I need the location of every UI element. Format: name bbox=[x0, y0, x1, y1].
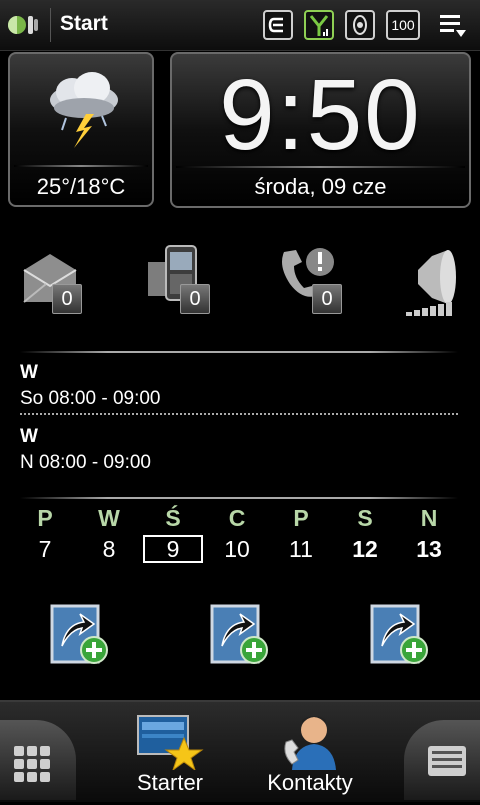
data-connection-icon[interactable] bbox=[263, 10, 293, 40]
contacts-tab-icon[interactable] bbox=[282, 712, 338, 775]
settings-button[interactable] bbox=[404, 720, 480, 800]
add-shortcut-button[interactable] bbox=[50, 600, 110, 666]
email-notification[interactable]: 0 bbox=[20, 244, 100, 324]
day-number-thu[interactable]: 10 bbox=[207, 536, 267, 563]
day-name-sat: S bbox=[357, 505, 373, 531]
day-name-mon: P bbox=[37, 505, 53, 531]
menu-icon[interactable] bbox=[438, 12, 468, 40]
thunderstorm-cloud-icon bbox=[46, 64, 122, 154]
appointment-title[interactable]: W bbox=[20, 362, 38, 384]
clock-time: 9:50 bbox=[219, 59, 422, 171]
add-shortcut-button[interactable] bbox=[370, 600, 430, 666]
clock-tile[interactable]: 9:50 środa, 09 cze bbox=[170, 52, 471, 208]
volume-speaker-icon[interactable] bbox=[404, 244, 480, 324]
day-name-wed: Ś bbox=[165, 505, 181, 531]
day-number-tue[interactable]: 8 bbox=[79, 536, 139, 563]
missed-call-notification[interactable]: 0 bbox=[276, 244, 356, 324]
page-title: Start bbox=[60, 12, 108, 35]
clock-date: środa, 09 cze bbox=[254, 174, 387, 199]
day-number-sun[interactable]: 13 bbox=[399, 536, 459, 563]
day-name-fri: P bbox=[293, 505, 309, 531]
appointment-divider bbox=[20, 413, 458, 415]
clock-divider bbox=[176, 166, 465, 168]
starter-tab-icon[interactable] bbox=[136, 712, 208, 775]
appointments-top-divider bbox=[20, 351, 458, 353]
day-name-tue: W bbox=[98, 505, 120, 531]
volume-status-icon[interactable] bbox=[345, 10, 375, 40]
day-number-sat[interactable]: 12 bbox=[335, 536, 395, 563]
day-name-thu: C bbox=[228, 505, 246, 531]
battery-icon[interactable]: 100 bbox=[386, 10, 420, 40]
apps-button[interactable] bbox=[0, 720, 76, 800]
weather-temperature: 25°/18°C bbox=[36, 174, 126, 199]
week-top-divider bbox=[20, 497, 458, 499]
appointment-title[interactable]: W bbox=[20, 426, 38, 448]
start-logo-icon[interactable] bbox=[6, 10, 40, 40]
title-separator bbox=[50, 8, 51, 42]
appointment-time[interactable]: So 08:00 - 09:00 bbox=[20, 388, 161, 410]
day-number-fri[interactable]: 11 bbox=[271, 536, 331, 563]
tab-contacts[interactable]: Kontakty bbox=[255, 770, 365, 796]
day-number-wed-selected[interactable]: 9 bbox=[143, 536, 203, 563]
email-count-badge: 0 bbox=[52, 284, 82, 314]
sms-count-badge: 0 bbox=[180, 284, 210, 314]
weather-tile[interactable]: 25°/18°C bbox=[8, 52, 154, 207]
signal-icon[interactable] bbox=[304, 10, 334, 40]
add-shortcut-button[interactable] bbox=[210, 600, 270, 666]
sms-notification[interactable]: 0 bbox=[148, 244, 228, 324]
missed-call-count-badge: 0 bbox=[312, 284, 342, 314]
day-number-mon[interactable]: 7 bbox=[15, 536, 75, 563]
appointment-time[interactable]: N 08:00 - 09:00 bbox=[20, 452, 151, 474]
tab-starter[interactable]: Starter bbox=[120, 770, 220, 796]
weather-divider bbox=[14, 165, 148, 167]
day-name-sun: N bbox=[420, 505, 438, 531]
